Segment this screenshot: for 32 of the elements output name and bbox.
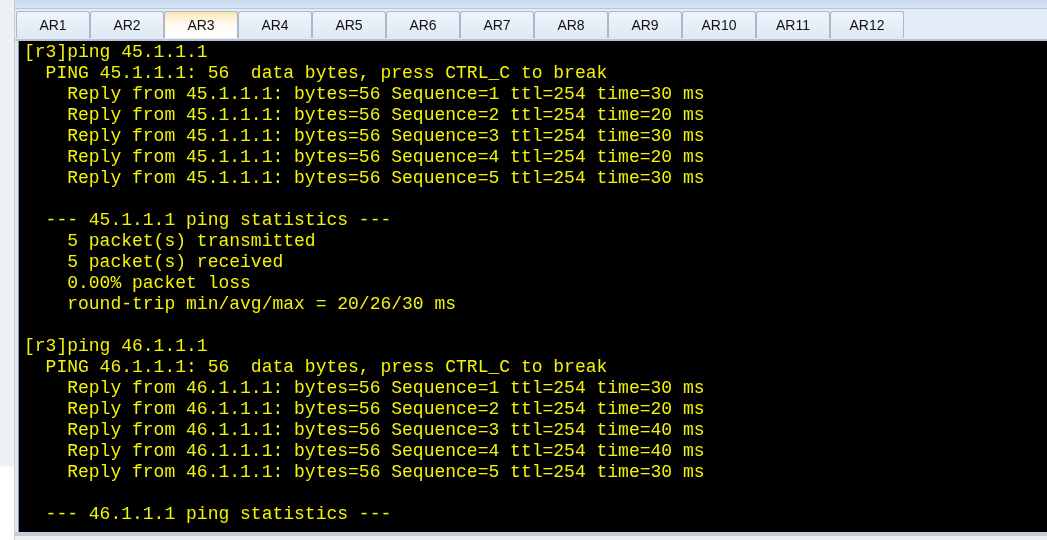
- device-tab[interactable]: AR7: [460, 11, 534, 38]
- terminal-line: 5 packet(s) received: [66, 252, 284, 273]
- terminal-line: Reply from 45.1.1.1: bytes=56 Sequence=1 ttl=254 time=30 ms: [66, 84, 705, 105]
- device-tab[interactable]: AR10: [682, 11, 756, 38]
- terminal-line: Reply from 46.1.1.1: bytes=56 Sequence=3 ttl=254 time=40 ms: [66, 420, 705, 441]
- device-tab[interactable]: AR4: [238, 11, 312, 38]
- terminal-line: 0.00% packet loss: [66, 273, 251, 294]
- terminal-line: Reply from 45.1.1.1: bytes=56 Sequence=4 ttl=254 time=20 ms: [66, 147, 705, 168]
- device-tab[interactable]: AR3: [164, 11, 238, 38]
- terminal-line: --- 46.1.1.1 ping statistics ---: [44, 504, 392, 525]
- terminal-line: Reply from 46.1.1.1: bytes=56 Sequence=2 ttl=254 time=20 ms: [66, 399, 705, 420]
- terminal-line: Reply from 45.1.1.1: bytes=56 Sequence=3 ttl=254 time=30 ms: [66, 126, 705, 147]
- terminal-line: [r3]ping 45.1.1.1: [24, 42, 208, 63]
- device-tab[interactable]: AR1: [16, 11, 90, 38]
- device-tab[interactable]: AR5: [312, 11, 386, 38]
- terminal-line: 5 packet(s) transmitted: [66, 231, 316, 252]
- terminal-line: PING 45.1.1.1: 56 data bytes, press CTRL_C to break: [44, 63, 608, 84]
- terminal-line: Reply from 45.1.1.1: bytes=56 Sequence=2 ttl=254 time=20 ms: [66, 105, 705, 126]
- terminal-line: [r3]ping 46.1.1.1: [24, 336, 208, 357]
- device-tab[interactable]: AR9: [608, 11, 682, 38]
- device-tab[interactable]: AR6: [386, 11, 460, 38]
- terminal-line: --- 45.1.1.1 ping statistics ---: [44, 210, 392, 231]
- terminal-line: Reply from 45.1.1.1: bytes=56 Sequence=5 ttl=254 time=30 ms: [66, 168, 705, 189]
- device-tab[interactable]: AR2: [90, 11, 164, 38]
- terminal-line: round-trip min/avg/max = 20/26/30 ms: [66, 294, 457, 315]
- terminal-line: Reply from 46.1.1.1: bytes=56 Sequence=5 ttl=254 time=30 ms: [66, 462, 705, 483]
- terminal-line: Reply from 46.1.1.1: bytes=56 Sequence=1 ttl=254 time=30 ms: [66, 378, 705, 399]
- terminal-line: PING 46.1.1.1: 56 data bytes, press CTRL_C to break: [44, 357, 608, 378]
- terminal-line: Reply from 46.1.1.1: bytes=56 Sequence=4 ttl=254 time=40 ms: [66, 441, 705, 462]
- device-tab[interactable]: AR11: [756, 11, 830, 38]
- device-tab[interactable]: AR12: [830, 11, 904, 38]
- device-tab[interactable]: AR8: [534, 11, 608, 38]
